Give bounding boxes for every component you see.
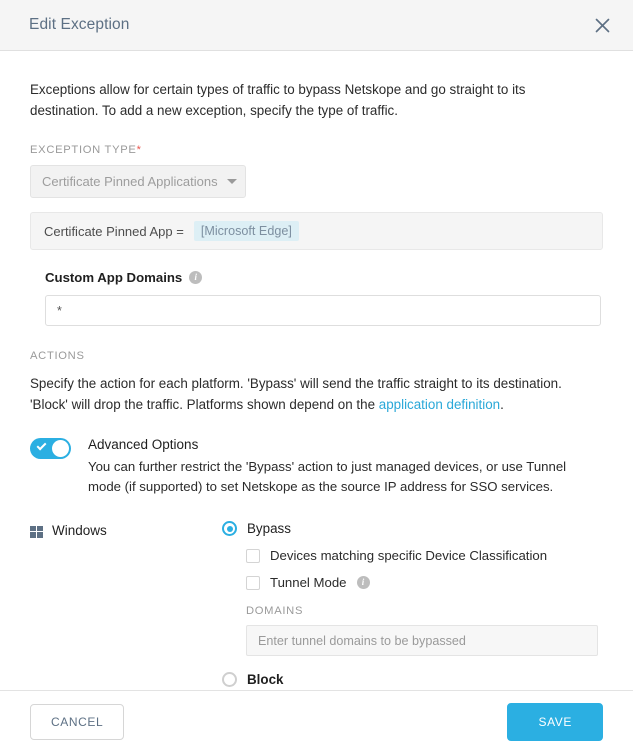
- criteria-bar[interactable]: Certificate Pinned App = [Microsoft Edge…: [30, 212, 603, 250]
- advanced-options-text: Advanced Options You can further restric…: [88, 436, 598, 497]
- intro-text: Exceptions allow for certain types of tr…: [30, 82, 526, 118]
- exception-type-label: EXCEPTION TYPE*: [30, 144, 603, 156]
- custom-app-domains-label: Custom App Domains: [45, 270, 183, 285]
- advanced-options-row: Advanced Options You can further restric…: [30, 436, 603, 497]
- platform-name: Windows: [30, 521, 222, 687]
- checkbox-tunnel-mode-box: [246, 575, 260, 590]
- platform-options: Bypass Devices matching specific Device …: [222, 521, 603, 687]
- info-icon[interactable]: i: [356, 576, 370, 589]
- advanced-options-description: You can further restrict the 'Bypass' ac…: [88, 459, 567, 494]
- application-definition-link[interactable]: application definition: [379, 397, 500, 412]
- custom-app-domains-label-row: Custom App Domains i: [45, 270, 603, 285]
- edit-exception-dialog: Edit Exception Exceptions allow for cert…: [0, 0, 633, 752]
- domains-label: DOMAINS: [246, 605, 304, 617]
- platform-row-windows: Windows Bypass Devices matching specific…: [30, 521, 603, 687]
- radio-bypass-indicator: [222, 521, 237, 536]
- checkbox-tunnel-mode[interactable]: Tunnel Mode i: [246, 575, 603, 590]
- custom-app-domains-section: Custom App Domains i: [30, 270, 603, 326]
- platform-label: Windows: [52, 523, 107, 538]
- tunnel-domains-input[interactable]: [246, 625, 598, 656]
- criteria-key: Certificate Pinned App =: [44, 223, 184, 239]
- advanced-options-title: Advanced Options: [88, 437, 199, 452]
- info-icon[interactable]: i: [189, 271, 203, 284]
- dialog-header: Edit Exception: [0, 0, 633, 51]
- checkbox-tunnel-mode-label: Tunnel Mode: [270, 575, 347, 590]
- cancel-button[interactable]: CANCEL: [30, 703, 125, 740]
- radio-bypass[interactable]: Bypass: [222, 521, 603, 536]
- checkbox-device-classification-label: Devices matching specific Device Classif…: [270, 548, 548, 563]
- page-title: Edit Exception: [29, 16, 130, 33]
- dialog-body: Exceptions allow for certain types of tr…: [0, 51, 633, 690]
- actions-description: Specify the action for each platform. 'B…: [30, 373, 590, 415]
- actions-label: ACTIONS: [30, 350, 85, 362]
- advanced-options-toggle[interactable]: [30, 438, 71, 459]
- radio-block[interactable]: Block: [222, 672, 603, 687]
- toggle-knob: [52, 440, 69, 457]
- check-icon: [36, 440, 47, 451]
- checkbox-device-classification-box: [246, 548, 260, 563]
- exception-type-value: Certificate Pinned Applications: [42, 174, 218, 189]
- radio-block-label: Block: [247, 672, 284, 687]
- exception-type-select[interactable]: Certificate Pinned Applications: [30, 165, 246, 198]
- radio-block-indicator: [222, 672, 237, 687]
- actions-description-part2: .: [500, 397, 504, 412]
- save-button[interactable]: SAVE: [507, 702, 603, 741]
- dialog-footer: CANCEL SAVE: [0, 690, 633, 752]
- criteria-chip: [Microsoft Edge]: [193, 221, 299, 241]
- close-icon[interactable]: [589, 12, 615, 38]
- required-marker: *: [136, 144, 142, 156]
- checkbox-device-classification[interactable]: Devices matching specific Device Classif…: [246, 548, 603, 563]
- chevron-down-icon: [227, 179, 237, 184]
- radio-bypass-label: Bypass: [247, 521, 291, 536]
- exception-type-label-text: EXCEPTION TYPE: [30, 144, 137, 156]
- windows-icon: [30, 526, 43, 538]
- custom-app-domains-input[interactable]: [45, 295, 601, 326]
